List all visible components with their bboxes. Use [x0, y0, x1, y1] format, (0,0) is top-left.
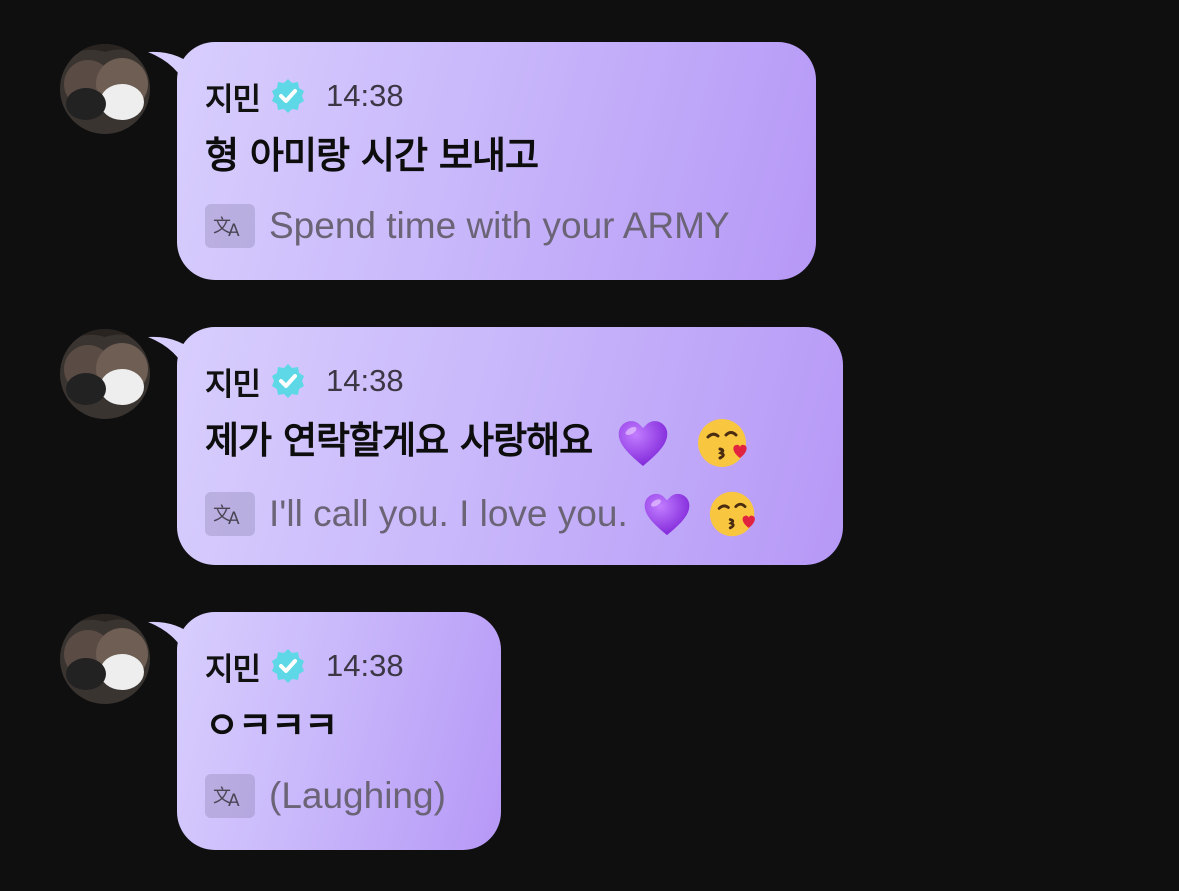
message-header: 지민 14:38: [205, 644, 471, 689]
svg-text:A: A: [228, 509, 240, 527]
message-text: ㅇㅋㅋㅋ: [205, 704, 338, 747]
sender-name[interactable]: 지민: [205, 359, 261, 404]
purple-heart-icon: [644, 493, 690, 536]
translation-row: 文 A Spend time with your ARMY: [205, 204, 786, 248]
message-bubble[interactable]: 지민 14:38 형 아미랑 시간 보내고 文 A Spend time wit…: [177, 42, 816, 280]
message-header: 지민 14:38: [205, 359, 813, 404]
message-bubble[interactable]: 지민 14:38 제가 연락할게요 사랑해요 文 A I'll call you…: [177, 327, 843, 565]
translate-icon[interactable]: 文 A: [205, 774, 255, 818]
avatar[interactable]: [60, 614, 150, 704]
message-text-row: 제가 연락할게요 사랑해요: [205, 415, 813, 467]
translation-row: 文 A I'll call you. I love you.: [205, 489, 813, 539]
purple-heart-icon: [618, 420, 668, 466]
message: 지민 14:38 ㅇㅋㅋㅋ 文 A (Laughing): [60, 612, 510, 852]
avatar[interactable]: [60, 329, 150, 419]
message-text: 형 아미랑 시간 보내고: [205, 134, 539, 177]
svg-text:A: A: [228, 221, 240, 239]
message-bubble[interactable]: 지민 14:38 ㅇㅋㅋㅋ 文 A (Laughing): [177, 612, 501, 850]
translation-row: 文 A (Laughing): [205, 774, 471, 818]
translation-text: I'll call you. I love you.: [269, 493, 628, 534]
chat-feed: 지민 14:38 형 아미랑 시간 보내고 文 A Spend time wit…: [0, 0, 1179, 891]
svg-text:A: A: [228, 791, 240, 809]
translate-icon[interactable]: 文 A: [205, 204, 255, 248]
face-blowing-a-kiss-icon: [709, 491, 755, 537]
translation-text: (Laughing): [269, 775, 446, 816]
verified-check-icon: [272, 79, 305, 113]
sender-name[interactable]: 지민: [205, 644, 261, 689]
avatar[interactable]: [60, 44, 150, 134]
translation-text: Spend time with your ARMY: [269, 205, 730, 246]
message-time: 14:38: [326, 363, 404, 398]
message-time: 14:38: [326, 78, 404, 113]
message-text: 제가 연락할게요 사랑해요: [205, 419, 593, 462]
message-time: 14:38: [326, 648, 404, 683]
verified-check-icon: [272, 364, 305, 398]
translate-icon[interactable]: 文 A: [205, 492, 255, 536]
verified-check-icon: [272, 649, 305, 683]
message-header: 지민 14:38: [205, 74, 786, 119]
message: 지민 14:38 형 아미랑 시간 보내고 文 A Spend time wit…: [60, 42, 820, 282]
face-blowing-a-kiss-icon: [697, 418, 747, 467]
sender-name[interactable]: 지민: [205, 74, 261, 119]
message: 지민 14:38 제가 연락할게요 사랑해요 文 A I'll call you…: [60, 327, 850, 567]
